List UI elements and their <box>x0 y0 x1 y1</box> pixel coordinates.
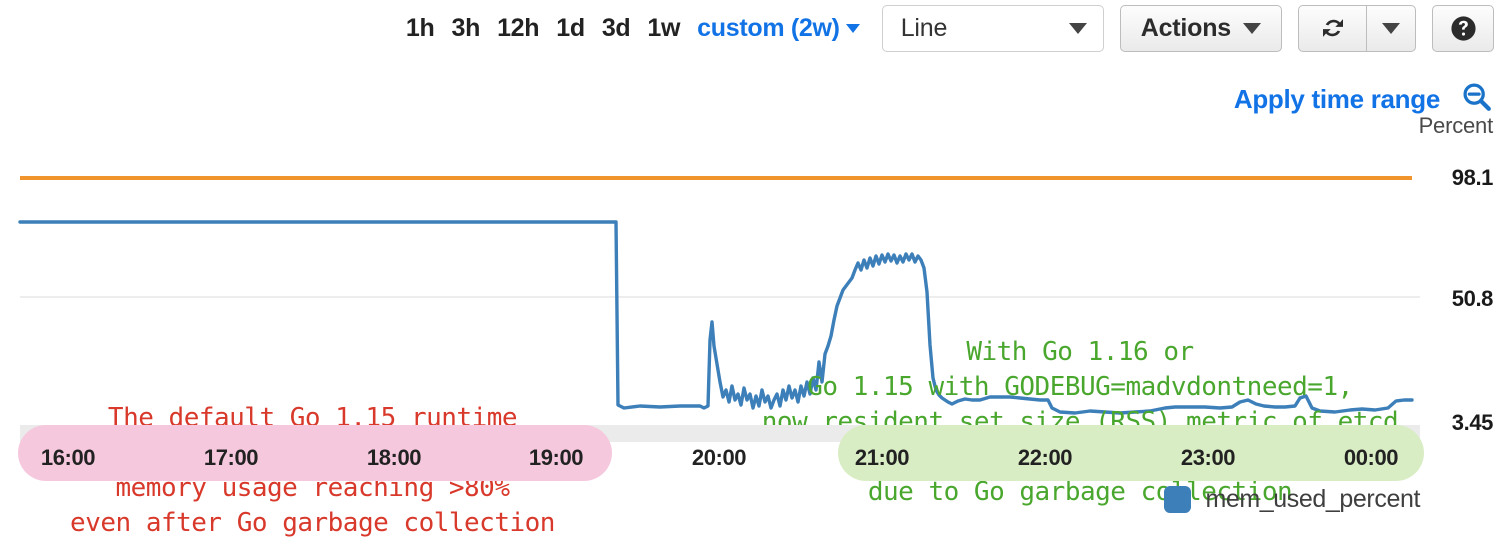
chart-type-select[interactable]: Line <box>881 4 1104 52</box>
apply-time-range-link[interactable]: Apply time range <box>1234 84 1440 115</box>
x-tick-1900: 19:00 <box>528 445 584 470</box>
annotation-green: With Go 1.16 or Go 1.15 with GODEBUG=mad… <box>761 337 1399 507</box>
y-tick-mid: 50.8 <box>1451 286 1494 311</box>
before-fix-band <box>18 425 612 481</box>
y-tick-top: 98.1 <box>1451 165 1494 190</box>
legend-label[interactable]: mem_used_percent <box>1205 485 1420 514</box>
x-tick-2300: 23:00 <box>1180 445 1236 470</box>
after-fix-band <box>838 425 1424 481</box>
x-tick-1800: 18:00 <box>366 445 422 470</box>
refresh-split-button <box>1298 4 1416 52</box>
time-range-custom[interactable]: custom (2w) <box>697 13 860 42</box>
chevron-down-icon <box>845 23 860 33</box>
chevron-down-icon <box>1068 22 1087 34</box>
x-tick-2000: 20:00 <box>691 445 747 470</box>
time-range-1d[interactable]: 1d <box>556 15 585 41</box>
chart-toolbar: 1h 3h 12h 1d 3d 1w custom (2w) Line Acti… <box>0 0 1500 56</box>
refresh-options-button[interactable] <box>1366 4 1416 52</box>
x-tick-1700: 17:00 <box>203 445 259 470</box>
x-tick-2200: 22:00 <box>1017 445 1073 470</box>
time-range-3h[interactable]: 3h <box>451 15 480 41</box>
x-axis: 16:00 17:00 18:00 19:00 20:00 21:00 22:0… <box>0 425 1500 483</box>
time-range-1w[interactable]: 1w <box>647 15 680 41</box>
chevron-down-icon <box>1382 22 1400 34</box>
time-range-3d[interactable]: 3d <box>602 15 631 41</box>
legend-swatch <box>1164 486 1192 513</box>
refresh-button[interactable] <box>1298 4 1366 52</box>
refresh-icon <box>1318 13 1348 43</box>
chart-legend: mem_used_percent <box>1164 485 1420 514</box>
x-tick-2100: 21:00 <box>854 445 910 470</box>
x-tick-1600: 16:00 <box>40 445 96 470</box>
time-range-12h[interactable]: 12h <box>497 15 539 41</box>
chart-type-value: Line <box>900 13 948 42</box>
x-tick-0000: 00:00 <box>1343 445 1399 470</box>
time-range-1h[interactable]: 1h <box>406 15 435 41</box>
actions-label: Actions <box>1140 13 1231 42</box>
actions-button[interactable]: Actions <box>1119 4 1282 52</box>
chevron-down-icon <box>1243 22 1261 34</box>
chart-plot-area: The default Go 1.15 runtime inaccurately… <box>0 150 1500 538</box>
time-range-button-group: 1h 3h 12h 1d 3d 1w custom (2w) <box>406 13 860 42</box>
help-button[interactable] <box>1432 4 1494 52</box>
y-axis-unit-label: Percent <box>1418 113 1494 138</box>
help-circle-icon <box>1449 14 1478 43</box>
time-range-custom-label: custom (2w) <box>697 13 840 42</box>
